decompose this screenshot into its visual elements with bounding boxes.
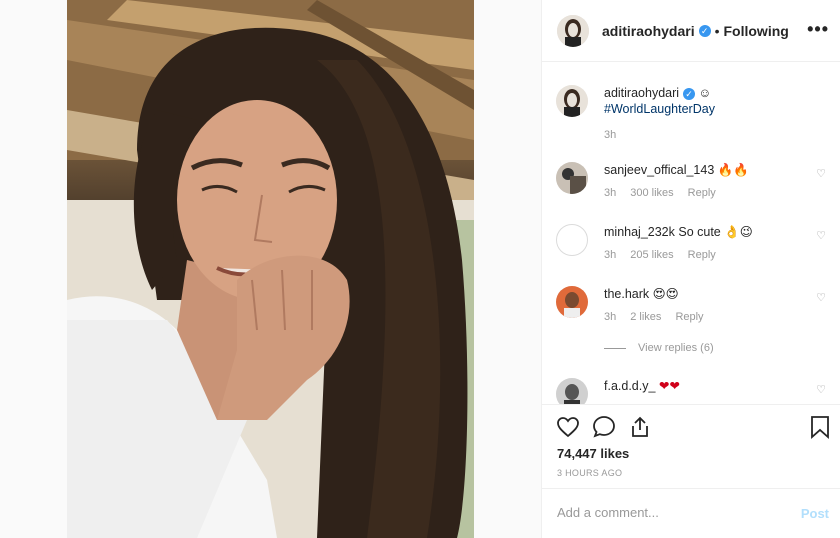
- comment-time[interactable]: 3h: [604, 187, 616, 199]
- author-avatar[interactable]: [557, 14, 589, 47]
- post-timestamp[interactable]: 3 HOURS AGO: [557, 468, 622, 478]
- caption-username[interactable]: aditiraohydari: [604, 86, 679, 100]
- comment-like-icon[interactable]: ♡: [816, 229, 826, 242]
- following-button[interactable]: Following: [724, 23, 789, 39]
- comment-body: 🔥🔥: [717, 163, 749, 177]
- caption-emoji: ☺: [698, 86, 712, 100]
- post-actions: 74,447 likes 3 HOURS AGO: [542, 404, 840, 488]
- comment-like-icon[interactable]: ♡: [816, 291, 826, 304]
- comment-text: sanjeev_offical_143 🔥🔥: [604, 162, 804, 178]
- author-username[interactable]: aditiraohydari: [602, 23, 695, 39]
- view-replies-label[interactable]: View replies (6): [638, 342, 714, 354]
- reply-button[interactable]: Reply: [688, 249, 716, 261]
- comment-likes[interactable]: 2 likes: [630, 311, 661, 323]
- comment-body: ❤❤: [658, 379, 680, 393]
- reply-button[interactable]: Reply: [675, 311, 703, 323]
- verified-badge-icon: ✓: [698, 24, 711, 37]
- comment-username[interactable]: f.a.d.d.y_: [604, 379, 655, 393]
- commenter-avatar[interactable]: [556, 224, 588, 256]
- post-side-panel: aditiraohydari ✓ • Following ••• aditira…: [541, 0, 840, 538]
- bookmark-icon[interactable]: [809, 415, 831, 439]
- comment-like-icon[interactable]: ♡: [816, 383, 826, 396]
- commenter-avatar[interactable]: [556, 378, 588, 405]
- comment-text: f.a.d.d.y_ ❤❤: [604, 378, 804, 394]
- post-header: aditiraohydari ✓ • Following •••: [542, 0, 840, 62]
- comment-input[interactable]: [557, 505, 777, 520]
- comment-meta: 3h 205 likes Reply: [604, 249, 730, 261]
- like-heart-icon[interactable]: [556, 415, 580, 439]
- caption-meta: 3h: [604, 129, 630, 141]
- caption-avatar[interactable]: [556, 85, 588, 117]
- caption-time[interactable]: 3h: [604, 129, 616, 141]
- comment-body: So cute 👌😉: [678, 225, 753, 239]
- comment-bubble-icon[interactable]: [592, 415, 616, 439]
- comment-text: the.hark 😍😍: [604, 286, 804, 302]
- comment-username[interactable]: the.hark: [604, 287, 649, 301]
- comment-username[interactable]: sanjeev_offical_143: [604, 163, 714, 177]
- comment-time[interactable]: 3h: [604, 249, 616, 261]
- comments-list[interactable]: aditiraohydari ✓ ☺ #WorldLaughterDay 3h s…: [542, 63, 840, 405]
- verified-badge-icon: ✓: [683, 87, 696, 100]
- caption-hashtag[interactable]: #WorldLaughterDay: [604, 102, 715, 116]
- commenter-avatar[interactable]: [556, 286, 588, 318]
- replies-divider: [604, 347, 626, 349]
- comment-body: 😍😍: [652, 287, 679, 301]
- comment-text: minhaj_232k So cute 👌😉: [604, 224, 804, 240]
- commenter-avatar[interactable]: [556, 162, 588, 194]
- comment-time[interactable]: 3h: [604, 311, 616, 323]
- separator-dot: •: [714, 22, 720, 39]
- comment-likes[interactable]: 205 likes: [630, 249, 673, 261]
- add-comment-bar: Post: [542, 488, 840, 538]
- view-replies-button[interactable]: View replies (6): [604, 342, 714, 354]
- likes-count[interactable]: 74,447 likes: [557, 446, 629, 461]
- caption-text: aditiraohydari ✓ ☺ #WorldLaughterDay: [604, 85, 804, 117]
- post-photo[interactable]: [67, 0, 474, 538]
- comment-meta: 3h 300 likes Reply: [604, 187, 730, 199]
- comment-meta: 3h 2 likes Reply: [604, 311, 718, 323]
- comment-likes[interactable]: 300 likes: [630, 187, 673, 199]
- share-icon[interactable]: [628, 415, 652, 439]
- more-options-icon[interactable]: •••: [807, 20, 829, 38]
- comment-username[interactable]: minhaj_232k: [604, 225, 675, 239]
- reply-button[interactable]: Reply: [688, 187, 716, 199]
- selfie-image: [67, 0, 474, 538]
- post-comment-button[interactable]: Post: [801, 506, 829, 521]
- comment-like-icon[interactable]: ♡: [816, 167, 826, 180]
